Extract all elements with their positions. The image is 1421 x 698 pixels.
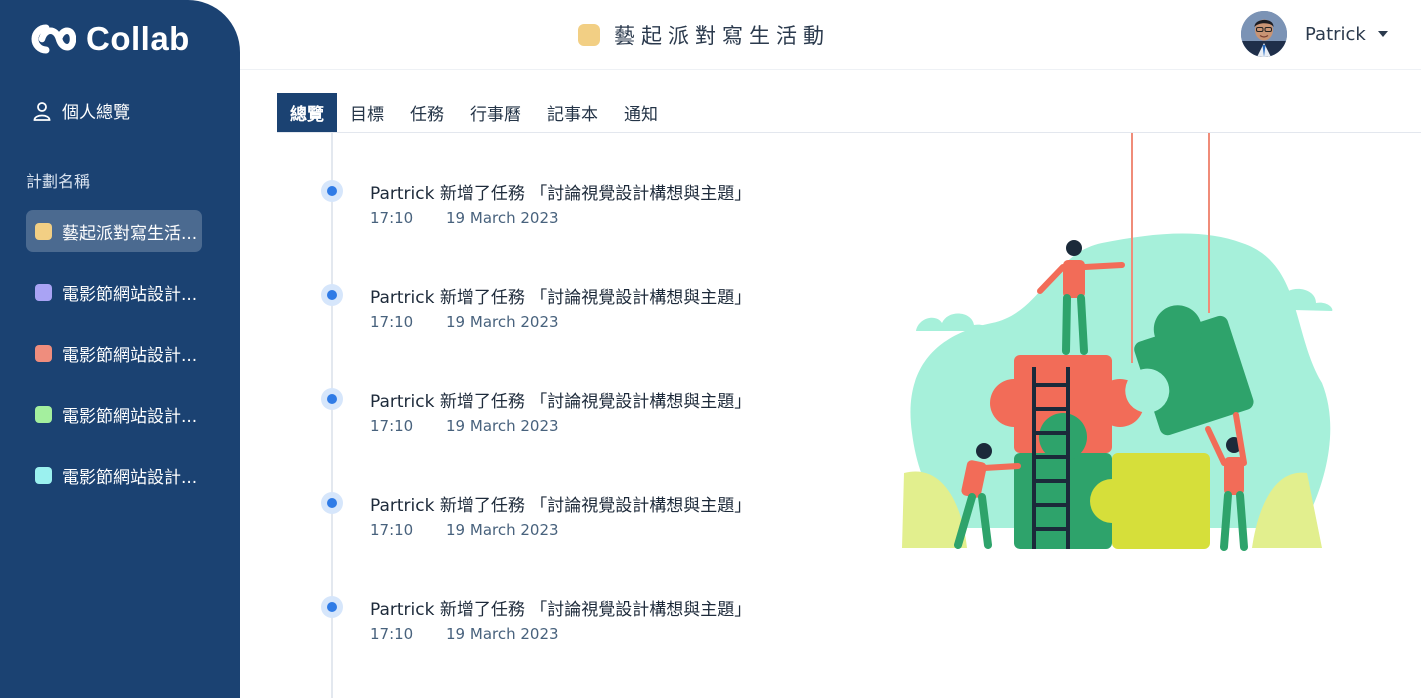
activity-date: 19 March 2023 <box>446 209 559 227</box>
collab-logo-icon <box>31 24 76 54</box>
app-logo[interactable]: Collab <box>26 20 190 58</box>
project-item[interactable]: 電影節網站設計... <box>26 271 202 313</box>
logo-text: Collab <box>86 20 190 57</box>
project-item[interactable]: 藝起派對寫生活... <box>26 210 202 252</box>
tab-tasks[interactable]: 任務 <box>397 93 457 132</box>
project-item[interactable]: 電影節網站設計... <box>26 454 202 496</box>
timeline-item: Partrick 新增了任務 「討論視覺設計構想與主題」 17:10 19 Ma… <box>300 237 820 331</box>
timeline-dot-icon <box>321 596 343 618</box>
activity-text: Partrick 新增了任務 「討論視覺設計構想與主題」 <box>370 288 752 308</box>
projects-section-label: 計劃名稱 <box>26 172 91 191</box>
project-list: 藝起派對寫生活... 電影節網站設計... 電影節網站設計... 電影節網站設計… <box>26 210 202 515</box>
project-name: 電影節網站設計... <box>62 345 198 366</box>
project-tabs: 總覽 目標 任務 行事曆 記事本 通知 <box>277 93 1421 133</box>
tab-calendar[interactable]: 行事曆 <box>457 93 534 132</box>
activity-date: 19 March 2023 <box>446 313 559 331</box>
project-color-dot <box>35 344 52 362</box>
project-title-text: 藝起派對寫生活動 <box>614 24 830 48</box>
activity-time: 17:10 <box>370 521 414 539</box>
activity-time: 17:10 <box>370 313 414 331</box>
user-icon <box>33 101 51 121</box>
tab-goals[interactable]: 目標 <box>337 93 397 132</box>
activity-meta: 17:10 19 March 2023 <box>370 625 559 643</box>
activity-text: Partrick 新增了任務 「討論視覺設計構想與主題」 <box>370 184 752 204</box>
project-color-dot <box>35 283 52 301</box>
activity-text: Partrick 新增了任務 「討論視覺設計構想與主題」 <box>370 600 752 620</box>
user-menu[interactable]: Patrick <box>1241 11 1388 57</box>
project-title: 藝起派對寫生活動 <box>578 20 830 50</box>
project-name: 藝起派對寫生活... <box>62 223 198 244</box>
activity-date: 19 March 2023 <box>446 625 559 643</box>
activity-date: 19 March 2023 <box>446 521 559 539</box>
activity-time: 17:10 <box>370 625 414 643</box>
timeline-item: Partrick 新增了任務 「討論視覺設計構想與主題」 17:10 19 Ma… <box>300 445 820 539</box>
top-header: 藝起派對寫生活動 Patrick <box>240 0 1421 70</box>
project-name: 電影節網站設計... <box>62 467 198 488</box>
tab-notifications[interactable]: 通知 <box>611 93 671 132</box>
timeline-item: Partrick 新增了任務 「討論視覺設計構想與主題」 17:10 19 Ma… <box>300 549 820 643</box>
project-item[interactable]: 電影節網站設計... <box>26 393 202 435</box>
activity-meta: 17:10 19 March 2023 <box>370 521 559 539</box>
project-color-dot <box>35 405 52 423</box>
avatar <box>1241 11 1287 57</box>
avatar-icon <box>1241 11 1287 57</box>
project-color-dot <box>35 222 52 240</box>
teamwork-puzzle-illustration <box>902 133 1333 551</box>
chevron-down-icon <box>1377 31 1388 37</box>
project-title-color-dot <box>578 24 600 46</box>
activity-text: Partrick 新增了任務 「討論視覺設計構想與主題」 <box>370 496 752 516</box>
activity-timeline: Partrick 新增了任務 「討論視覺設計構想與主題」 17:10 19 Ma… <box>300 133 820 698</box>
timeline-dot-icon <box>321 284 343 306</box>
project-name: 電影節網站設計... <box>62 406 198 427</box>
user-name: Patrick <box>1305 23 1366 45</box>
tab-overview[interactable]: 總覽 <box>277 93 337 132</box>
timeline-dot-icon <box>321 388 343 410</box>
project-name: 電影節網站設計... <box>62 284 198 305</box>
activity-time: 17:10 <box>370 209 414 227</box>
activity-meta: 17:10 19 March 2023 <box>370 417 559 435</box>
timeline-item: Partrick 新增了任務 「討論視覺設計構想與主題」 17:10 19 Ma… <box>300 341 820 435</box>
activity-time: 17:10 <box>370 417 414 435</box>
personal-overview-label: 個人總覽 <box>62 103 130 123</box>
timeline-item: Partrick 新增了任務 「討論視覺設計構想與主題」 17:10 19 Ma… <box>300 133 820 227</box>
timeline-dot-icon <box>321 180 343 202</box>
project-color-dot <box>35 466 52 484</box>
timeline-dot-icon <box>321 492 343 514</box>
tab-notes[interactable]: 記事本 <box>534 93 611 132</box>
activity-text: Partrick 新增了任務 「討論視覺設計構想與主題」 <box>370 392 752 412</box>
activity-meta: 17:10 19 March 2023 <box>370 313 559 331</box>
personal-overview-link[interactable]: 個人總覽 <box>32 98 130 123</box>
activity-date: 19 March 2023 <box>446 417 559 435</box>
activity-meta: 17:10 19 March 2023 <box>370 209 559 227</box>
project-item[interactable]: 電影節網站設計... <box>26 332 202 374</box>
sidebar: Collab 個人總覽 計劃名稱 藝起派對寫生活... 電影節網站設計... 電… <box>0 0 240 698</box>
